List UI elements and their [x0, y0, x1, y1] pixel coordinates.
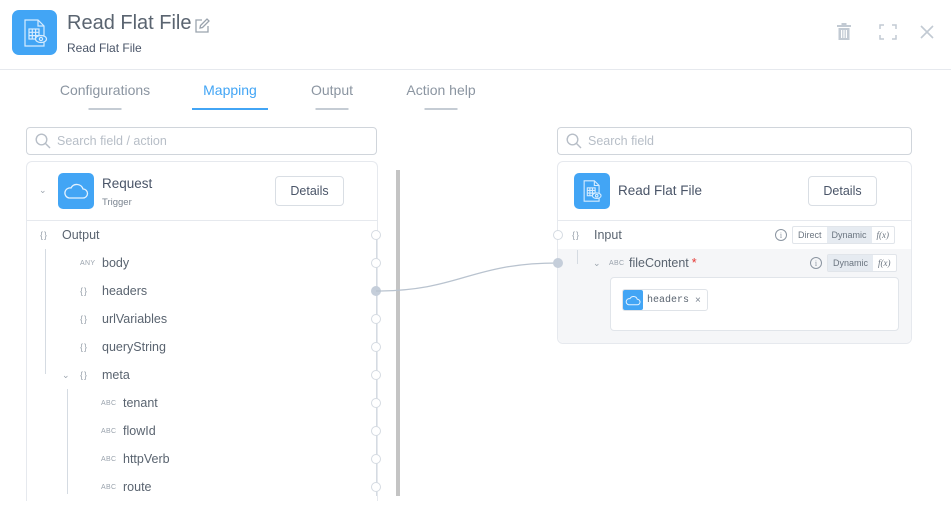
- input-port[interactable]: [553, 230, 563, 240]
- mode-function[interactable]: f(x): [873, 255, 896, 271]
- spreadsheet-file-eye-icon: [574, 173, 610, 209]
- mode-dynamic[interactable]: Dynamic: [826, 227, 872, 243]
- field-label: fileContent: [629, 256, 689, 270]
- target-node-title: Read Flat File: [618, 183, 703, 198]
- mode-dynamic[interactable]: Dynamic: [828, 255, 874, 271]
- search-icon: [566, 133, 582, 149]
- string-type-icon: ABC: [609, 259, 625, 267]
- input-port-connected[interactable]: [553, 258, 563, 268]
- connector-line[interactable]: [375, 262, 559, 292]
- mapped-field-chip[interactable]: headers ×: [622, 289, 708, 311]
- input-group-label: Input: [594, 228, 622, 242]
- required-marker: *: [691, 256, 697, 270]
- object-type-icon: {}: [572, 230, 581, 240]
- field-mode-toggle: Dynamic f(x): [827, 254, 897, 272]
- expand-chevron-icon[interactable]: ⌄: [593, 258, 609, 269]
- remove-chip-icon[interactable]: ×: [695, 295, 707, 306]
- right-search-box: [557, 127, 912, 155]
- right-search-input[interactable]: [588, 134, 899, 148]
- input-group-row[interactable]: {} Input: [572, 221, 622, 249]
- cloud-icon: [623, 290, 643, 310]
- info-icon[interactable]: i: [810, 257, 822, 269]
- tree-guide-line: [577, 250, 578, 264]
- field-row-filecontent[interactable]: ⌄ ABC fileContent *: [593, 249, 697, 277]
- target-node-header: Read Flat File Details: [558, 162, 911, 221]
- chip-label: headers: [647, 294, 690, 306]
- info-icon[interactable]: i: [775, 229, 787, 241]
- target-details-button[interactable]: Details: [808, 176, 877, 206]
- input-mode-toggle: Direct Dynamic f(x): [792, 226, 896, 244]
- mapping-drop-zone[interactable]: headers ×: [610, 277, 899, 331]
- mode-direct[interactable]: Direct: [793, 227, 827, 243]
- mode-function[interactable]: f(x): [872, 227, 895, 243]
